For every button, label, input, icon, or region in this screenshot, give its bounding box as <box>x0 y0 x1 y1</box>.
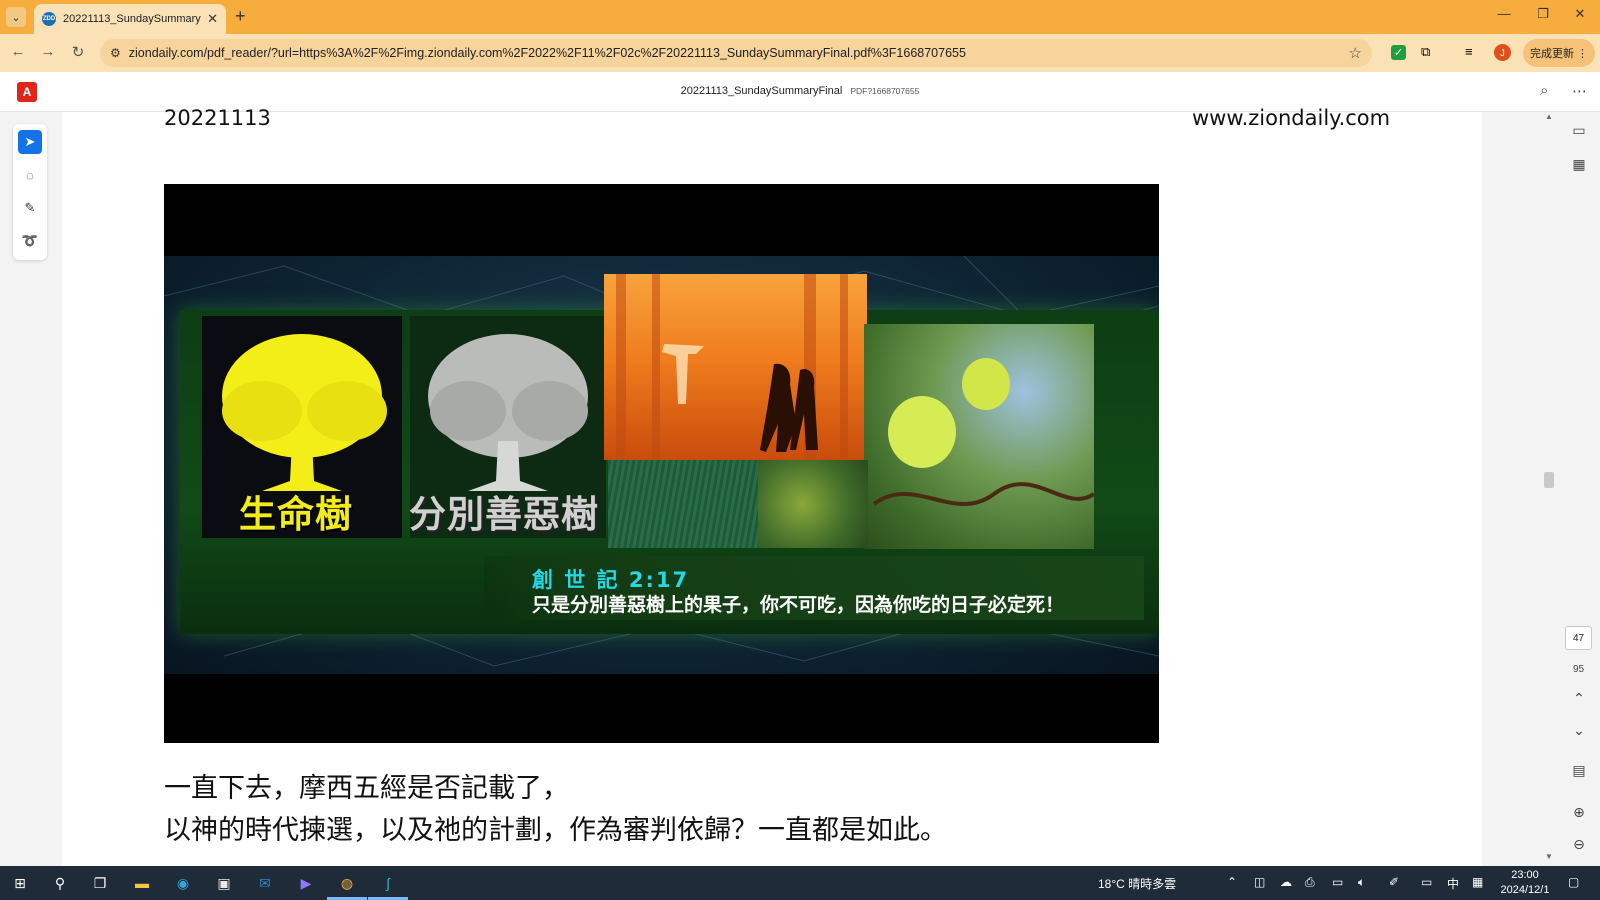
grass-panel <box>608 460 760 548</box>
reload-icon[interactable]: ↻ <box>68 43 88 61</box>
total-pages: 95 <box>1572 664 1585 675</box>
document-properties-icon[interactable]: ▤ <box>1567 762 1591 779</box>
tab-title: 20221113_SundaySummaryF <box>63 13 202 25</box>
app-s-icon[interactable]: ʃ <box>376 872 400 894</box>
adam-eve-scene-panel <box>604 274 867 460</box>
browser-toolbar: ← → ↻ ⚙ ziondaily.com/pdf_reader/?url=ht… <box>0 34 1600 72</box>
weather-widget[interactable]: 18°C 晴時多雲 <box>1098 875 1176 892</box>
comment-tool-icon[interactable]: ◌ <box>18 163 42 187</box>
pdf-tool-rail: ➤ ◌ ✎ ➰ <box>13 124 47 260</box>
document-name: 20221113_SundaySummaryFinal <box>680 85 843 97</box>
ime-mode-icon[interactable]: ▦ <box>1472 875 1483 889</box>
vertical-scrollbar[interactable] <box>1538 112 1560 866</box>
update-button-label: 完成更新 <box>1529 48 1574 60</box>
profile-avatar[interactable]: J <box>1494 44 1511 61</box>
clock[interactable]: 23:00 2024/12/1 <box>1492 868 1558 898</box>
apple-fruit-icon <box>872 358 1096 506</box>
page-header-site: www.ziondaily.com <box>1192 106 1391 130</box>
forward-arrow-icon[interactable]: → <box>38 43 58 60</box>
tab-close-icon[interactable]: ✕ <box>207 11 218 27</box>
printer-icon[interactable]: ⎙ <box>1305 875 1315 890</box>
outlook-icon[interactable]: ✉ <box>253 872 277 894</box>
onedrive-icon[interactable]: ☁ <box>1280 875 1292 889</box>
fruit-tree-panel <box>864 324 1096 549</box>
tree-of-knowledge-label: 分別善惡樹 <box>409 492 599 536</box>
windows-taskbar: ⊞ ⚲ ❐ ▬ ◉ ▣ ✉ ▶ ◍ ʃ 18°C 晴時多雲 ⌃ ◫ ☁ ⎙ ▭ … <box>0 866 1600 900</box>
edge-browser-icon[interactable]: ◉ <box>171 872 195 894</box>
restore-button[interactable]: ❐ <box>1525 6 1561 22</box>
more-icon[interactable]: ⋯ <box>1572 82 1587 100</box>
update-button[interactable]: 完成更新 ⋮ <box>1523 39 1595 67</box>
site-info-icon[interactable]: ⚙ <box>110 46 121 60</box>
next-page-icon[interactable]: ⌄ <box>1567 722 1591 739</box>
close-window-button[interactable]: ✕ <box>1562 6 1598 22</box>
verse-text: 只是分別善惡樹上的果子，你不可吃，因為你吃的日子必定死！ <box>532 594 1065 616</box>
ziondaily-favicon-icon: ZDD <box>42 12 56 26</box>
adam-eve-silhouette-icon <box>616 274 848 460</box>
extensions-puzzle-icon[interactable]: ⧉ <box>1421 44 1430 60</box>
leaves-panel <box>758 460 868 548</box>
scroll-up-arrow-icon[interactable]: ▲ <box>1545 112 1553 121</box>
media-player-icon[interactable]: ▶ <box>294 872 318 894</box>
lasso-tool-icon[interactable]: ➰ <box>18 229 42 253</box>
file-explorer-icon[interactable]: ▬ <box>130 872 154 894</box>
store-icon[interactable]: ▣ <box>212 872 236 894</box>
comments-panel-icon[interactable]: ▭ <box>1567 122 1591 139</box>
document-title: 20221113_SundaySummaryFinal PDF?166870765… <box>0 85 1600 97</box>
tree-of-life-label: 生命樹 <box>239 492 353 536</box>
thumbnails-grid-icon[interactable]: ▦ <box>1567 156 1591 173</box>
volume-icon[interactable]: 🔈︎ <box>1358 875 1365 890</box>
body-text-line: 一直下去，摩西五經是否記載了， <box>164 773 569 804</box>
meet-icon[interactable]: ◫ <box>1254 875 1265 889</box>
chevron-down-icon: ⌄ <box>11 11 21 24</box>
clock-time: 23:00 <box>1511 869 1539 881</box>
address-bar[interactable]: ⚙ ziondaily.com/pdf_reader/?url=https%3A… <box>100 39 1372 67</box>
keyboard-icon[interactable]: ▭ <box>1421 875 1432 889</box>
zoom-out-icon[interactable]: ⊖ <box>1567 836 1591 853</box>
search-icon[interactable]: ⚲ <box>48 872 72 894</box>
windows-start-icon[interactable]: ⊞ <box>8 872 32 894</box>
body-text-line: 以神的時代揀選，以及祂的計劃，作為審判依歸？一直都是如此。 <box>164 815 947 846</box>
search-icon[interactable]: ⌕ <box>1540 82 1548 99</box>
pen-icon[interactable]: ✐ <box>1389 875 1399 889</box>
page-header-date: 20221113 <box>164 106 271 130</box>
draw-tool-icon[interactable]: ✎ <box>18 196 42 220</box>
media-control-icon[interactable]: ≡ <box>1465 44 1473 59</box>
browser-tab-active[interactable]: ZDD 20221113_SundaySummaryF ✕ <box>34 4 226 34</box>
star-icon[interactable]: ☆ <box>1349 44 1362 62</box>
new-tab-button[interactable]: + <box>235 6 246 27</box>
minimize-button[interactable]: — <box>1486 6 1522 21</box>
scroll-down-arrow-icon[interactable]: ▼ <box>1545 852 1553 861</box>
select-tool-icon[interactable]: ➤ <box>18 130 42 154</box>
chrome-icon[interactable]: ◍ <box>335 872 359 894</box>
previous-page-icon[interactable]: ⌃ <box>1567 690 1591 707</box>
clock-date: 2024/12/1 <box>1500 884 1550 896</box>
task-view-icon[interactable]: ❐ <box>88 872 112 894</box>
tray-overflow-icon[interactable]: ⌃ <box>1227 875 1237 889</box>
browser-tab-strip: ⌄ ZDD 20221113_SundaySummaryF ✕ + — ❐ ✕ <box>0 0 1600 34</box>
ime-language-indicator[interactable]: 中 <box>1447 875 1459 892</box>
extension-check-icon[interactable]: ✓ <box>1391 45 1406 60</box>
document-subtitle: PDF?1668707655 <box>850 86 920 96</box>
url-text: ziondaily.com/pdf_reader/?url=https%3A%2… <box>128 46 966 60</box>
current-page-input[interactable]: 47 <box>1565 626 1592 650</box>
scrollbar-thumb[interactable] <box>1544 472 1554 488</box>
tab-search-button[interactable]: ⌄ <box>6 7 26 27</box>
notifications-icon[interactable]: ▢ <box>1568 875 1579 889</box>
back-arrow-icon[interactable]: ← <box>8 43 28 60</box>
sermon-slide-image: 生命樹 分別善惡樹 創 世 記 2:17 只是分別善惡樹上的果子，你不可吃，因為… <box>164 184 1159 743</box>
zoom-in-icon[interactable]: ⊕ <box>1567 804 1591 821</box>
network-icon[interactable]: ▭ <box>1332 875 1343 889</box>
